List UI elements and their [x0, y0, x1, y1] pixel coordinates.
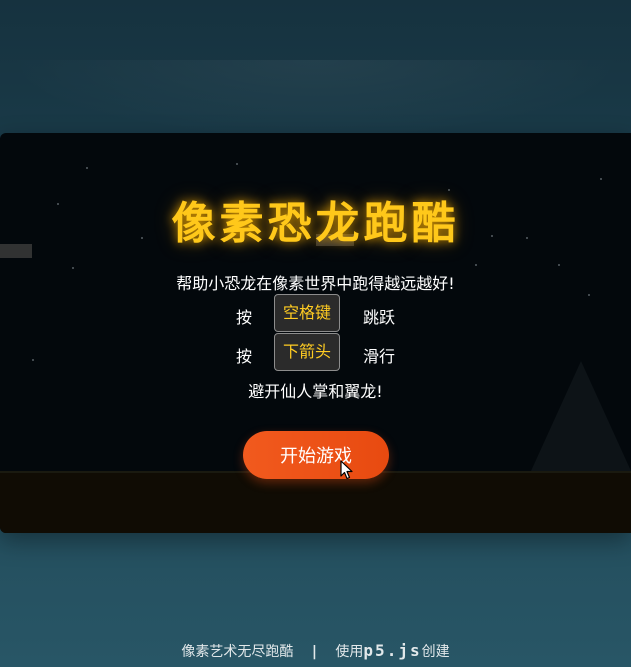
- footer-library-name: p5.js: [363, 641, 422, 660]
- key-down-arrow: 下箭头: [274, 333, 340, 371]
- footer-description: 像素艺术无尽跑酷: [181, 644, 294, 660]
- control-action-jump: 跳跃: [363, 308, 396, 327]
- page-background-glow: [0, 60, 631, 140]
- start-screen-overlay: 像素恐龙跑酷 帮助小恐龙在像素世界中跑得越远越好! 按 空格键 跳跃 按 下箭头…: [0, 133, 631, 533]
- control-prefix: 按: [236, 308, 253, 327]
- footer-made-with-suffix: 创建: [421, 644, 450, 660]
- control-row-slide: 按 下箭头 滑行: [0, 333, 631, 371]
- control-prefix: 按: [236, 347, 253, 366]
- control-action-slide: 滑行: [363, 347, 396, 366]
- avoid-obstacles-tip: 避开仙人掌和翼龙!: [248, 382, 383, 401]
- control-row-jump: 按 空格键 跳跃: [0, 294, 631, 332]
- footer-separator: |: [311, 644, 317, 660]
- game-canvas[interactable]: 像素恐龙跑酷 帮助小恐龙在像素世界中跑得越远越好! 按 空格键 跳跃 按 下箭头…: [0, 133, 631, 533]
- key-space: 空格键: [274, 294, 340, 332]
- start-game-button[interactable]: 开始游戏: [243, 431, 389, 479]
- page-footer: 像素艺术无尽跑酷 | 使用p5.js创建: [0, 641, 631, 661]
- mouse-pointer-icon: [340, 460, 353, 480]
- game-intro: 帮助小恐龙在像素世界中跑得越远越好!: [176, 274, 455, 293]
- footer-made-with-prefix: 使用: [335, 644, 364, 660]
- game-title: 像素恐龙跑酷: [171, 198, 460, 249]
